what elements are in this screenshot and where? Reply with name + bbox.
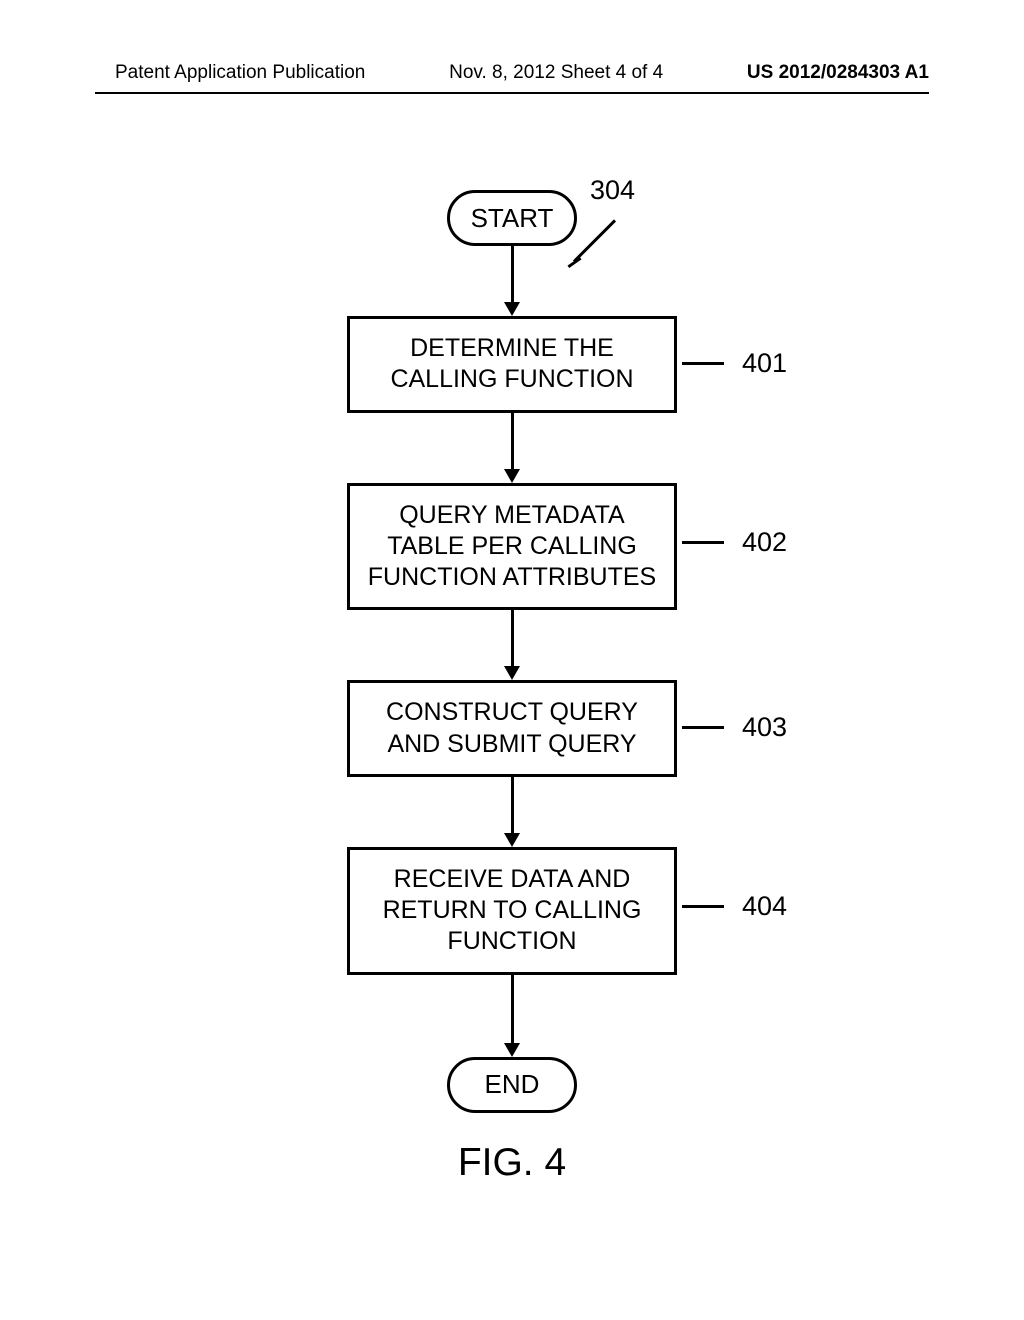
process-ref-401: 401 xyxy=(742,348,787,379)
arrow-head-icon xyxy=(504,469,520,483)
arrow-head-icon xyxy=(504,1043,520,1057)
arrow-head-icon xyxy=(504,666,520,680)
arrow-line xyxy=(511,610,514,666)
process-step-403: CONSTRUCT QUERY AND SUBMIT QUERY xyxy=(347,680,677,777)
process-ref-404: 404 xyxy=(742,891,787,922)
end-label: END xyxy=(485,1069,540,1100)
connector xyxy=(504,975,520,1057)
process-step-text: CONSTRUCT QUERY AND SUBMIT QUERY xyxy=(362,697,662,760)
connector xyxy=(504,610,520,680)
ref-tick-line xyxy=(682,726,724,729)
connector xyxy=(504,246,520,316)
process-step-402: QUERY METADATA TABLE PER CALLING FUNCTIO… xyxy=(347,483,677,611)
header-rule xyxy=(95,92,929,94)
process-step-text: RECEIVE DATA AND RETURN TO CALLING FUNCT… xyxy=(362,864,662,958)
start-label: START xyxy=(471,203,554,234)
connector xyxy=(504,413,520,483)
flowchart: 304 START DETERMINE THE CALLING FUNCTION… xyxy=(0,190,1024,1185)
arrow-line xyxy=(511,777,514,833)
arrow-line xyxy=(511,413,514,469)
process-ref-403: 403 xyxy=(742,712,787,743)
connector xyxy=(504,777,520,847)
process-step-text: DETERMINE THE CALLING FUNCTION xyxy=(362,333,662,396)
ref-tick-line xyxy=(682,541,724,544)
header-publication-type: Patent Application Publication xyxy=(115,62,365,84)
start-terminator: START xyxy=(447,190,577,246)
process-ref-402: 402 xyxy=(742,527,787,558)
process-step-404: RECEIVE DATA AND RETURN TO CALLING FUNCT… xyxy=(347,847,677,975)
arrow-line xyxy=(511,975,514,1043)
page-header: Patent Application Publication Nov. 8, 2… xyxy=(0,62,1024,84)
header-publication-number: US 2012/0284303 A1 xyxy=(747,62,929,84)
arrow-line xyxy=(511,246,514,302)
process-step-text: QUERY METADATA TABLE PER CALLING FUNCTIO… xyxy=(362,500,662,594)
header-date-sheet: Nov. 8, 2012 Sheet 4 of 4 xyxy=(449,62,663,84)
end-terminator: END xyxy=(447,1057,577,1113)
process-step-401: DETERMINE THE CALLING FUNCTION xyxy=(347,316,677,413)
figure-caption: FIG. 4 xyxy=(0,1141,1024,1185)
arrow-head-icon xyxy=(504,302,520,316)
ref-tick-line xyxy=(682,905,724,908)
ref-tick-line xyxy=(682,362,724,365)
arrow-head-icon xyxy=(504,833,520,847)
